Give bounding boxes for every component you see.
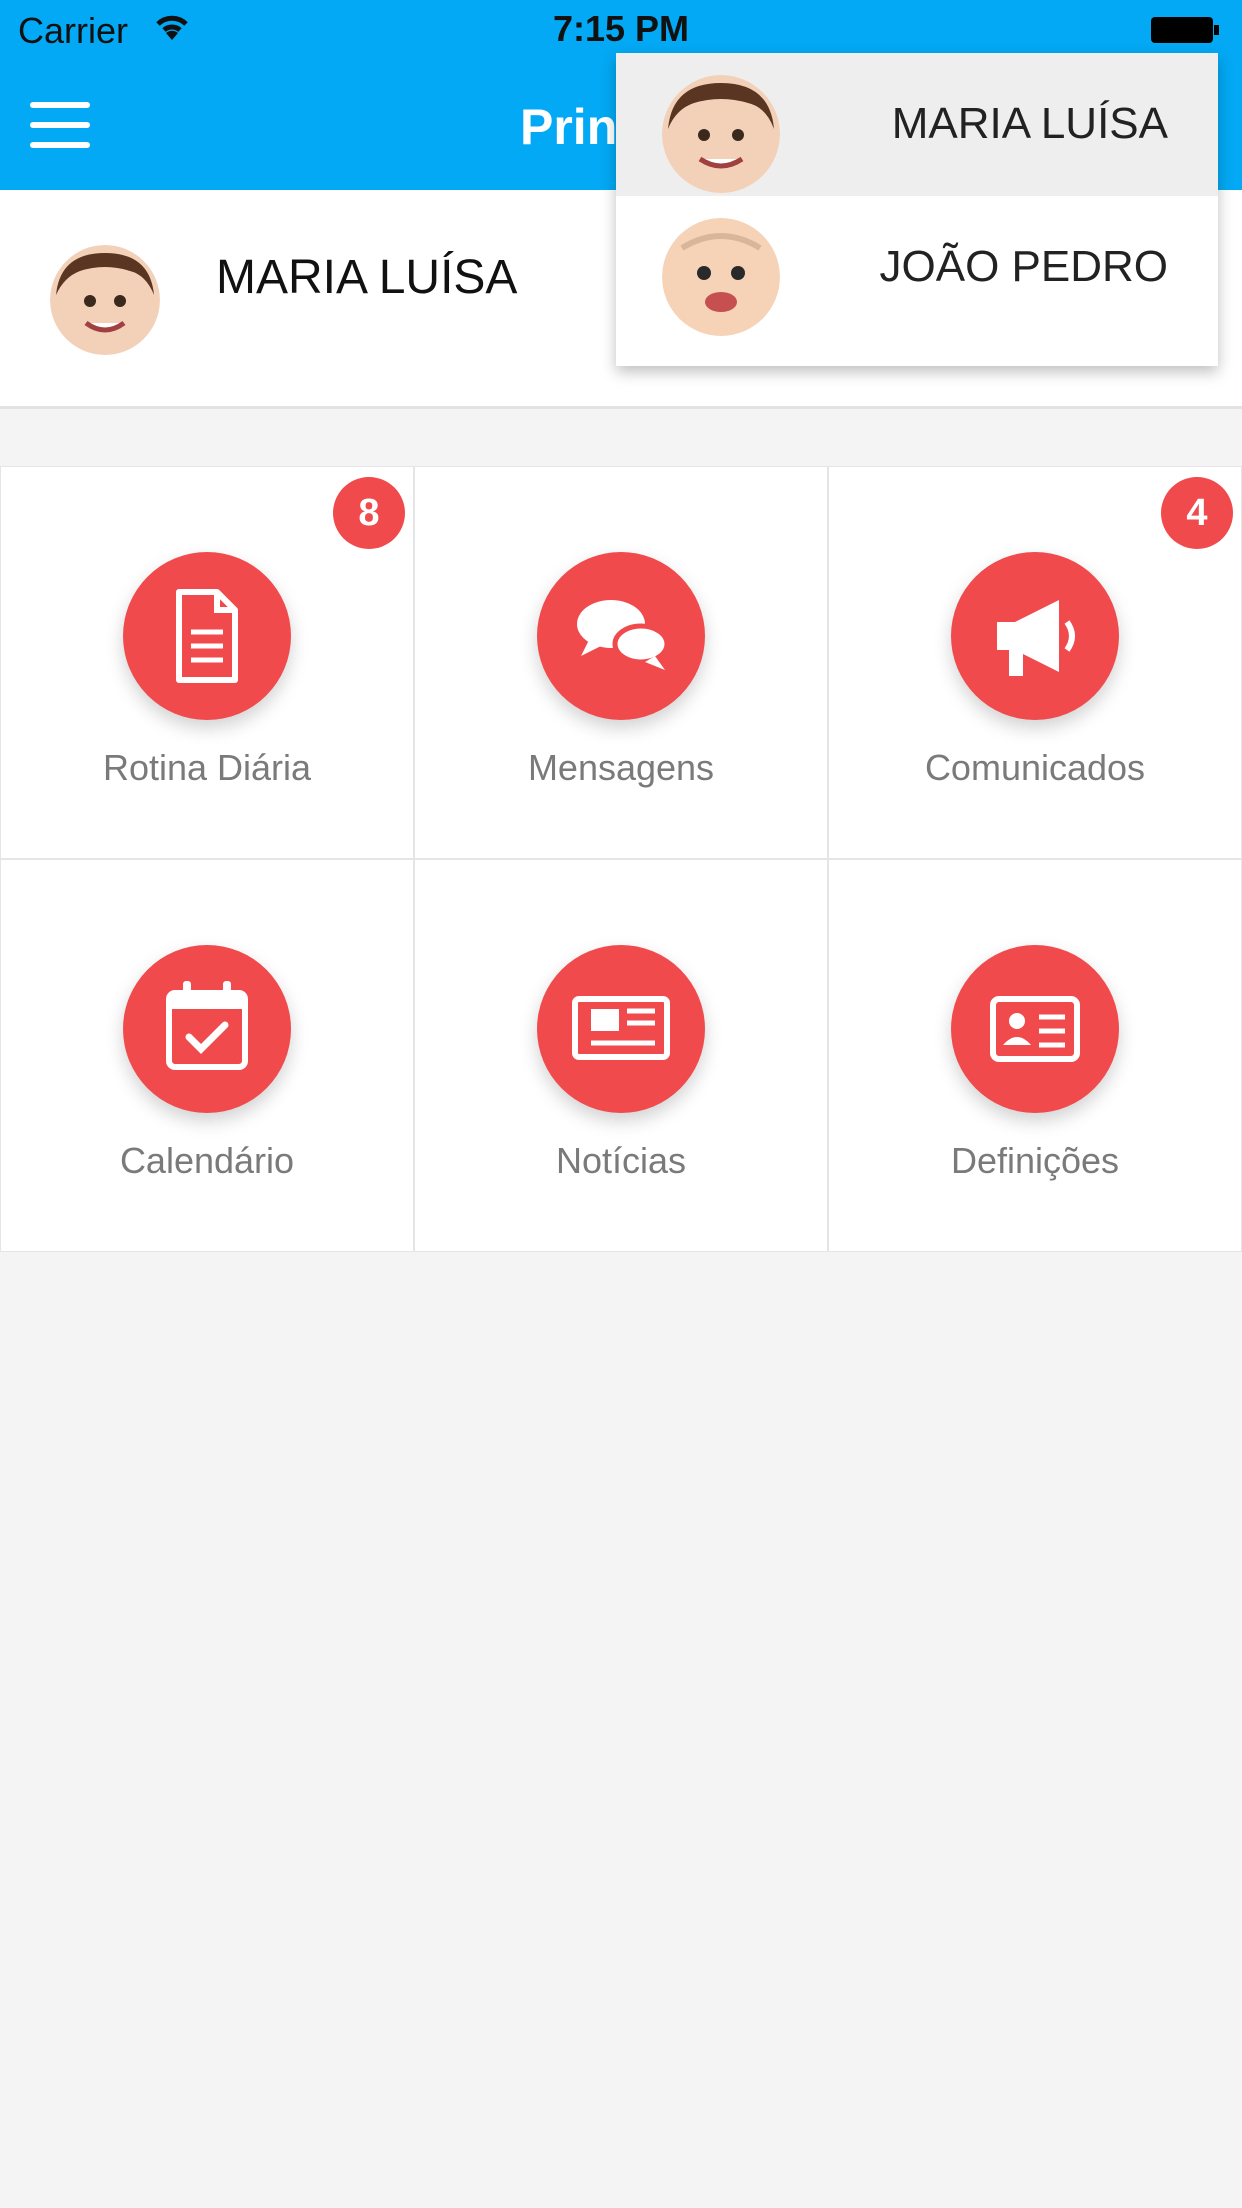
notification-badge: 8 <box>333 477 405 549</box>
tile-definicoes[interactable]: Definições <box>828 859 1242 1252</box>
dropdown-item-maria-luisa[interactable]: MARIA LUÍSA <box>616 53 1218 196</box>
notification-badge: 4 <box>1161 477 1233 549</box>
tile-label: Calendário <box>119 1140 295 1181</box>
feature-grid: 8 Rotina Diária Mensagens 4 Comunicados … <box>0 466 1242 1252</box>
tile-label: Comunicados <box>924 747 1146 788</box>
dropdown-item-label: JOÃO PEDRO <box>879 242 1169 291</box>
tile-label: Notícias <box>555 1140 687 1181</box>
tile-label: Rotina Diária <box>102 747 312 788</box>
dropdown-item-label: MARIA LUÍSA <box>891 99 1168 148</box>
newspaper-icon <box>537 945 705 1113</box>
status-bar: Carrier 7:15 PM <box>0 0 1242 60</box>
tile-noticias[interactable]: Notícias <box>414 859 828 1252</box>
avatar <box>662 75 780 193</box>
status-time: 7:15 PM <box>552 8 690 49</box>
child-selector-dropdown[interactable]: MARIA LUÍSA JOÃO PEDRO <box>616 53 1218 366</box>
hamburger-menu-icon[interactable] <box>30 102 90 150</box>
child-avatar <box>50 245 160 355</box>
megaphone-icon <box>951 552 1119 720</box>
dropdown-item-joao-pedro[interactable]: JOÃO PEDRO <box>616 196 1218 339</box>
chat-bubbles-icon <box>537 552 705 720</box>
tile-comunicados[interactable]: 4 Comunicados <box>828 466 1242 859</box>
tile-rotina-diaria[interactable]: 8 Rotina Diária <box>0 466 414 859</box>
document-icon <box>123 552 291 720</box>
avatar <box>662 218 780 336</box>
tile-mensagens[interactable]: Mensagens <box>414 466 828 859</box>
tile-label: Definições <box>950 1140 1120 1181</box>
calendar-check-icon <box>123 945 291 1113</box>
tile-label: Mensagens <box>527 747 715 788</box>
id-card-icon <box>951 945 1119 1113</box>
child-name: MARIA LUÍSA <box>216 251 518 304</box>
battery-icon <box>1151 17 1219 43</box>
tile-calendario[interactable]: Calendário <box>0 859 414 1252</box>
